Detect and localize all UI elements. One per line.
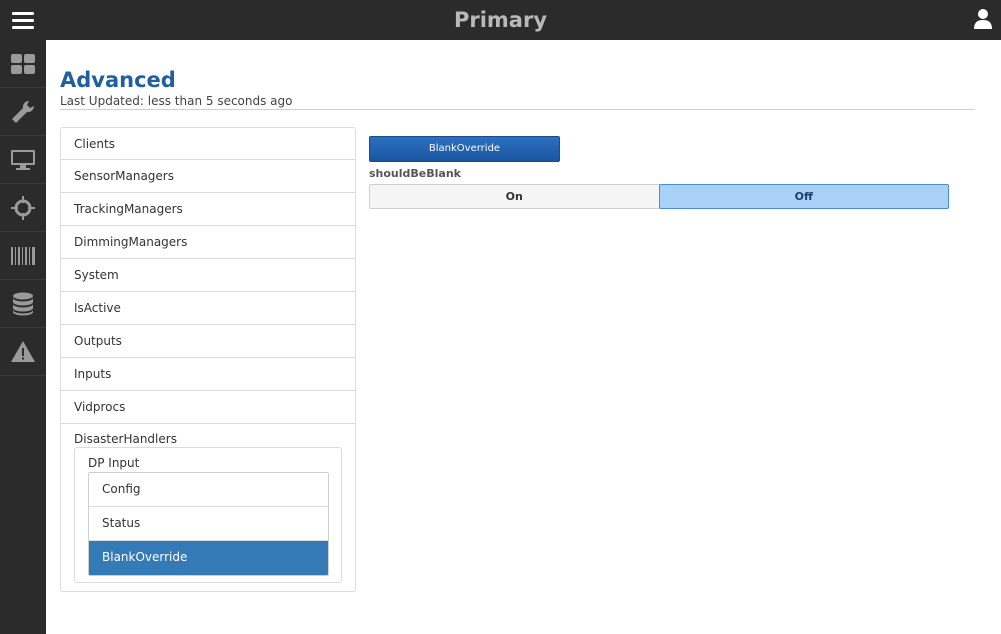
app-title: Primary (453, 8, 548, 32)
nav-item-dimmingmanagers[interactable]: DimmingManagers (61, 226, 355, 259)
dp-input-group: DP Input Config Status BlankOverride (74, 447, 342, 583)
nav-item-sensormanagers[interactable]: SensorManagers (61, 160, 355, 193)
crosshair-icon (11, 195, 35, 220)
blank-override-button[interactable]: BlankOverride (369, 136, 560, 162)
sidebar-item-alerts[interactable] (0, 328, 46, 376)
nav-item-clients[interactable]: Clients (61, 128, 355, 160)
sidebar-item-barcode[interactable] (0, 232, 46, 280)
last-updated-text: Last Updated: less than 5 seconds ago (60, 94, 293, 108)
warning-icon (11, 340, 35, 362)
user-icon[interactable] (973, 8, 993, 30)
sidebar-item-tracking[interactable] (0, 184, 46, 232)
hamburger-menu-icon[interactable] (0, 0, 46, 40)
sidebar-item-displays[interactable] (0, 136, 46, 184)
sub-item-blankoverride[interactable]: BlankOverride (89, 541, 328, 575)
top-bar: Primary (0, 0, 1001, 40)
toggle-off-option[interactable]: Off (658, 184, 949, 209)
wrench-icon (12, 100, 35, 123)
nav-item-isactive[interactable]: IsActive (61, 292, 355, 325)
dp-input-title: DP Input (88, 456, 140, 470)
nav-item-inputs[interactable]: Inputs (61, 358, 355, 391)
sidebar-item-tools[interactable] (0, 88, 46, 136)
sidebar-item-database[interactable] (0, 280, 46, 328)
header-divider (60, 109, 975, 110)
nav-item-trackingmanagers[interactable]: TrackingManagers (61, 193, 355, 226)
should-be-blank-label: shouldBeBlank (369, 167, 461, 180)
should-be-blank-toggle: On Off (369, 184, 949, 209)
page-title: Advanced (60, 68, 176, 92)
sub-item-status[interactable]: Status (89, 507, 328, 541)
dp-input-list: Config Status BlankOverride (88, 472, 329, 576)
nav-item-vidprocs[interactable]: Vidprocs (61, 391, 355, 424)
barcode-icon (11, 246, 35, 265)
toggle-on-option[interactable]: On (370, 185, 659, 208)
database-icon (13, 292, 33, 315)
advanced-nav-panel: Clients SensorManagers TrackingManagers … (60, 127, 356, 592)
dashboard-icon (11, 53, 35, 74)
monitor-icon (11, 149, 35, 170)
sidebar (0, 40, 46, 634)
nav-item-system[interactable]: System (61, 259, 355, 292)
sidebar-item-dashboard[interactable] (0, 40, 46, 88)
nav-item-outputs[interactable]: Outputs (61, 325, 355, 358)
sub-item-config[interactable]: Config (89, 473, 328, 507)
